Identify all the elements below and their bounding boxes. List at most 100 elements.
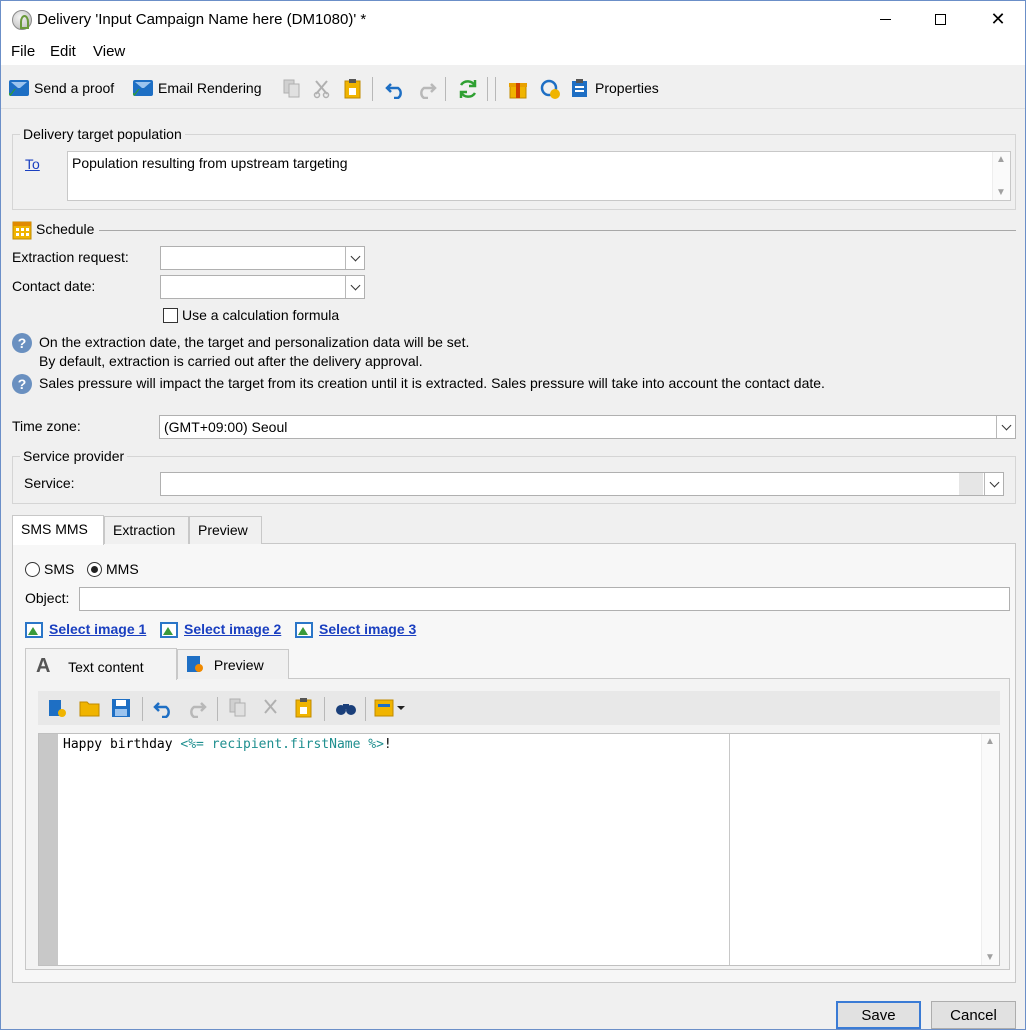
contact-date-combo[interactable] — [160, 275, 365, 299]
close-button[interactable]: ✕ — [975, 1, 1021, 37]
new-document-icon[interactable] — [47, 698, 67, 718]
extraction-info-line2: By default, extraction is carried out af… — [39, 353, 423, 369]
editor-toolbar-separator — [142, 697, 143, 721]
scroll-down-icon[interactable]: ▼ — [996, 187, 1006, 198]
cut-icon[interactable] — [313, 79, 331, 99]
info-icon: ? — [12, 374, 32, 394]
editor-text-end: ! — [383, 737, 392, 752]
service-provider-legend: Service provider — [20, 448, 128, 464]
service-combo[interactable] — [160, 472, 1004, 496]
insert-field-icon[interactable] — [374, 698, 408, 718]
population-textarea[interactable]: Population resulting from upstream targe… — [67, 151, 1011, 201]
email-rendering-label: Email Rendering — [158, 80, 262, 96]
image-icon — [295, 622, 313, 638]
editor-gutter — [39, 734, 58, 965]
editor-undo-icon[interactable] — [153, 698, 175, 718]
open-folder-icon[interactable] — [79, 698, 101, 718]
tab-preview[interactable]: Preview — [189, 516, 262, 544]
editor-toolbar-separator — [365, 697, 366, 721]
to-link[interactable]: To — [25, 156, 40, 172]
chevron-down-icon[interactable] — [345, 276, 364, 298]
extraction-request-label: Extraction request: — [12, 249, 129, 265]
send-proof-button[interactable]: Send a proof — [7, 75, 114, 101]
email-rendering-icon — [131, 80, 153, 101]
main-toolbar: Send a proof Email Rendering — [1, 67, 1025, 109]
sms-radio[interactable] — [25, 562, 40, 577]
app-icon — [12, 10, 32, 30]
maximize-button[interactable] — [917, 1, 963, 37]
select-image-2-link[interactable]: Select image 2 — [184, 621, 281, 637]
image-icon — [160, 622, 178, 638]
editor-toolbar — [38, 691, 1000, 725]
text-content-label: Text content — [68, 659, 144, 675]
sms-radio-label: SMS — [44, 561, 75, 577]
editor-scrollbar[interactable]: ▲ ▼ — [981, 734, 999, 965]
scroll-up-icon[interactable]: ▲ — [996, 154, 1006, 165]
gift-icon[interactable] — [508, 78, 528, 100]
editor-content-line[interactable]: Happy birthday <%= recipient.firstName %… — [63, 737, 392, 752]
minimize-button[interactable] — [862, 1, 908, 37]
maximize-icon — [934, 13, 946, 25]
toolbar-separator — [372, 77, 373, 101]
delivery-window: Delivery 'Input Campaign Name here (DM10… — [0, 0, 1026, 1030]
calculation-formula-label: Use a calculation formula — [182, 307, 340, 323]
cancel-button-label: Cancel — [950, 1006, 997, 1024]
editor-toolbar-separator — [324, 697, 325, 721]
scroll-down-icon[interactable]: ▼ — [985, 952, 995, 963]
object-input[interactable] — [79, 587, 1010, 611]
sales-pressure-info: Sales pressure will impact the target fr… — [39, 375, 825, 391]
undo-icon[interactable] — [385, 79, 407, 99]
preview-icon — [187, 656, 203, 672]
time-zone-combo[interactable]: (GMT+09:00) Seoul — [159, 415, 1016, 439]
email-rendering-button[interactable]: Email Rendering — [131, 75, 262, 101]
editor-copy-icon[interactable] — [229, 698, 247, 718]
tab-text-content[interactable]: A Text content — [25, 648, 177, 680]
editor-preview-label: Preview — [213, 657, 264, 673]
calculation-formula-checkbox[interactable] — [163, 308, 178, 323]
schedule-divider — [99, 230, 1016, 231]
tab-sms-mms[interactable]: SMS MMS — [12, 515, 104, 545]
toolbar-separator — [487, 77, 488, 101]
tab-editor-preview[interactable]: Preview — [177, 649, 289, 679]
editor-paste-icon[interactable] — [295, 697, 313, 718]
image-icon — [25, 622, 43, 638]
redo-icon[interactable] — [415, 79, 437, 99]
properties-icon — [572, 79, 587, 97]
paste-icon[interactable] — [344, 78, 362, 99]
schedule-legend: Schedule — [36, 221, 95, 237]
close-icon: ✕ — [990, 8, 1006, 29]
editor-cut-icon[interactable] — [262, 698, 280, 718]
title-bar: Delivery 'Input Campaign Name here (DM10… — [1, 1, 1025, 39]
extraction-request-combo[interactable] — [160, 246, 365, 270]
menu-view[interactable]: View — [93, 43, 125, 60]
editor-redo-icon[interactable] — [185, 698, 207, 718]
chevron-down-icon[interactable] — [996, 416, 1015, 438]
window-title: Delivery 'Input Campaign Name here (DM10… — [37, 11, 367, 28]
editor-personalization-tag: <%= recipient.firstName %> — [180, 737, 384, 752]
mms-radio[interactable] — [87, 562, 102, 577]
cancel-button[interactable]: Cancel — [931, 1001, 1016, 1029]
text-editor[interactable]: Happy birthday <%= recipient.firstName %… — [38, 733, 1000, 966]
chevron-down-icon[interactable] — [984, 473, 1003, 495]
service-lookup-icon[interactable] — [959, 473, 983, 495]
select-image-3-link[interactable]: Select image 3 — [319, 621, 416, 637]
population-scrollbar[interactable]: ▲ ▼ — [992, 152, 1010, 200]
time-zone-value: (GMT+09:00) Seoul — [164, 419, 288, 435]
chevron-down-icon[interactable] — [345, 247, 364, 269]
save-button[interactable]: Save — [836, 1001, 921, 1029]
select-image-1-link[interactable]: Select image 1 — [49, 621, 146, 637]
copy-icon[interactable] — [283, 79, 301, 99]
tab-extraction[interactable]: Extraction — [104, 516, 189, 544]
target-population-legend: Delivery target population — [20, 126, 185, 142]
send-proof-icon — [7, 80, 29, 101]
scroll-up-icon[interactable]: ▲ — [985, 736, 995, 747]
approval-icon[interactable] — [539, 78, 561, 100]
save-icon[interactable] — [111, 698, 131, 718]
editor-margin-line — [729, 734, 730, 965]
find-binoculars-icon[interactable] — [335, 699, 357, 717]
menu-file[interactable]: File — [11, 43, 35, 60]
properties-button[interactable]: Properties — [571, 75, 659, 101]
refresh-icon[interactable] — [457, 78, 479, 100]
menu-edit[interactable]: Edit — [50, 43, 76, 60]
info-icon: ? — [12, 333, 32, 353]
